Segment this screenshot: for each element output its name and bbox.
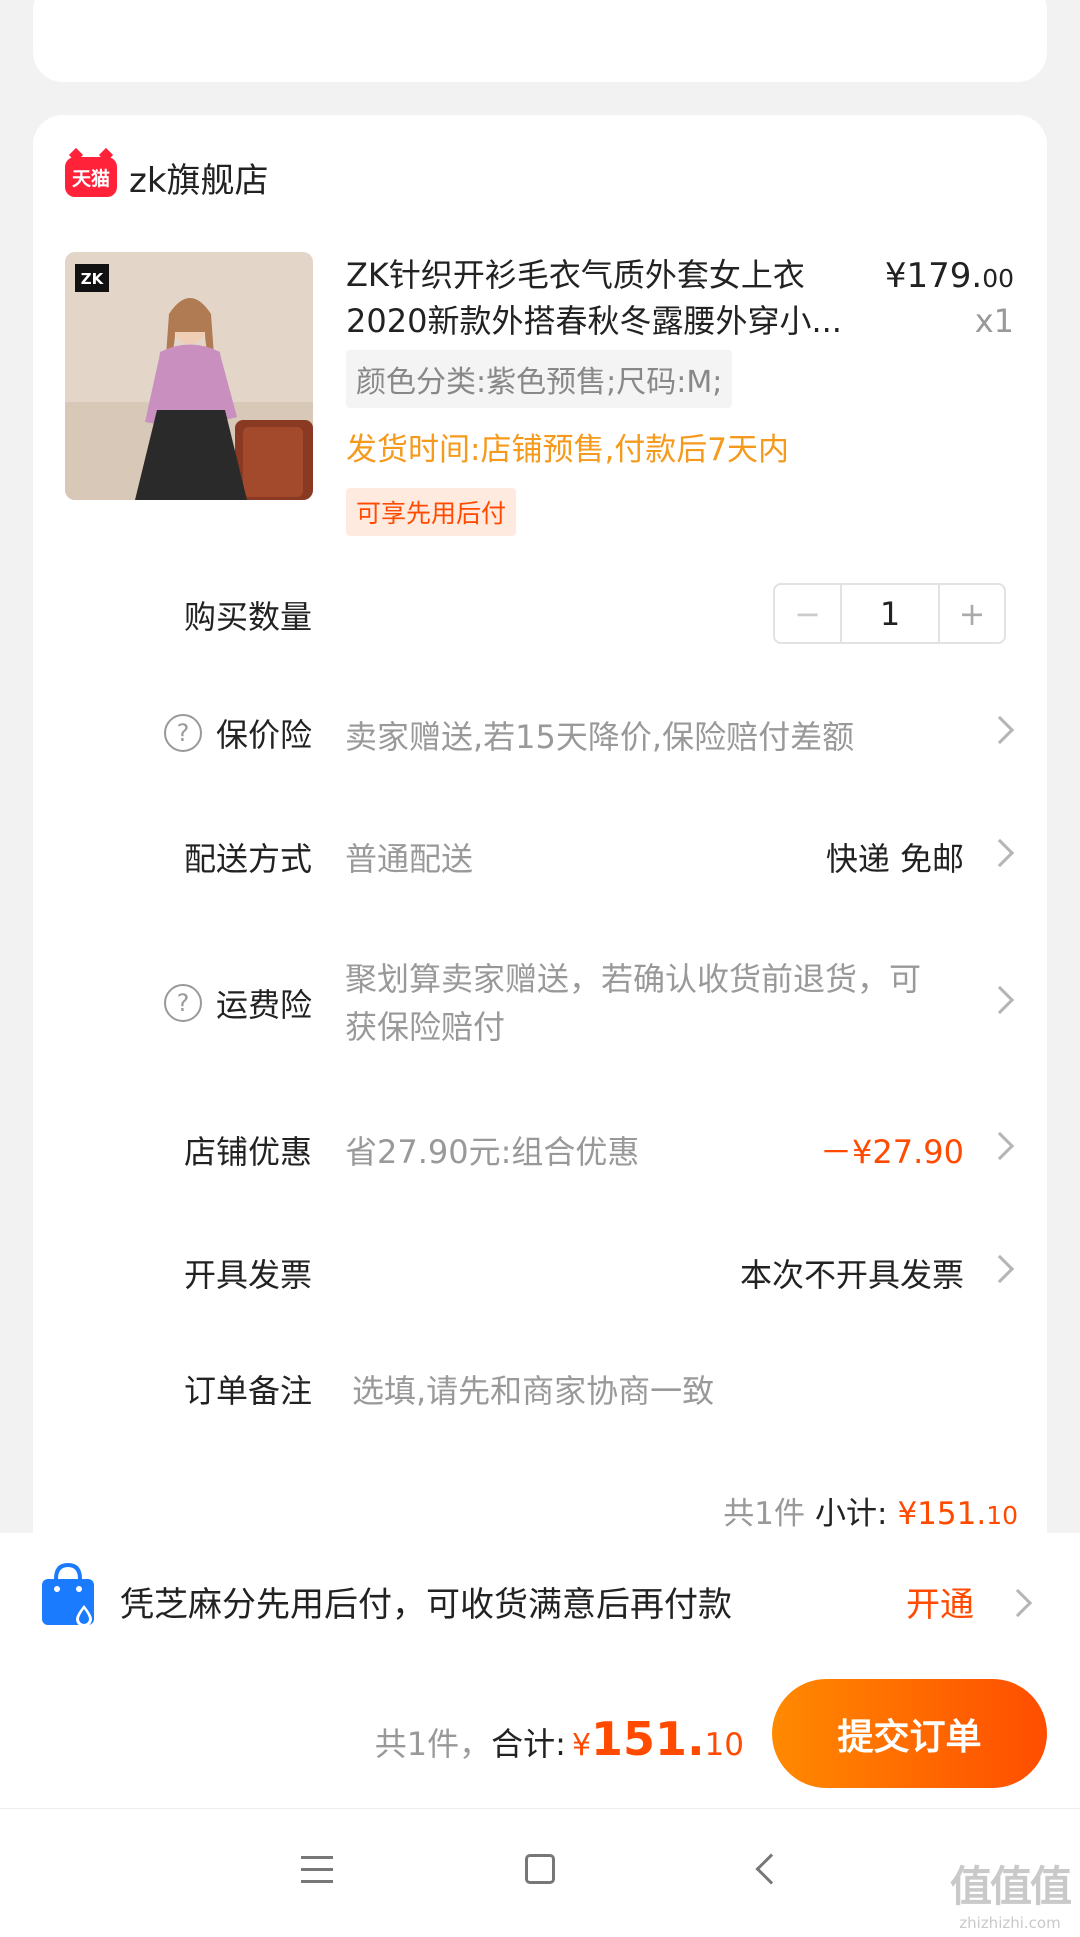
checkout-bar: 共1件， 合计: ¥ 151. 10 提交订单 [0, 1662, 1080, 1808]
shopping-bag-icon [42, 1562, 94, 1627]
product-spec[interactable]: 颜色分类:紫色预售;尺码:M; [346, 350, 733, 408]
price-protect-label[interactable]: ? 保价险 [163, 710, 312, 756]
tmall-logo-icon: 天猫 [65, 147, 117, 197]
subtotal: 共1件 小计: ¥151.10 [723, 1496, 1018, 1532]
delivery-value[interactable]: 快递 免邮 [826, 834, 964, 880]
tmall-badge-text: 天猫 [71, 167, 110, 190]
chevron-right-icon[interactable] [1003, 1588, 1033, 1618]
invoice-value[interactable]: 本次不开具发票 [740, 1250, 964, 1296]
promo-text: 凭芝麻分先用后付，可收货满意后再付款 [120, 1585, 732, 1625]
product-qty: x1 [974, 302, 1014, 340]
help-icon[interactable]: ? [163, 984, 202, 1022]
shop-discount-value[interactable]: －¥27.90 [820, 1127, 964, 1173]
system-nav-bar: 值值值 zhizhizhi.com [0, 1808, 1080, 1937]
quantity-stepper[interactable]: − 1 + [773, 583, 1006, 644]
previous-card [33, 0, 1047, 82]
invoice-label: 开具发票 [183, 1256, 312, 1294]
shop-name[interactable]: zk旗舰店 [129, 153, 269, 202]
order-note-label: 订单备注 [183, 1372, 312, 1410]
activate-button[interactable]: 开通 [906, 1577, 974, 1626]
pay-later-promo[interactable]: 凭芝麻分先用后付，可收货满意后再付款 开通 [0, 1533, 1080, 1662]
help-icon[interactable]: ? [163, 714, 202, 752]
shop-discount-label: 店铺优惠 [183, 1133, 312, 1171]
price-protect-desc: 卖家赠送,若15天降价,保险赔付差额 [345, 718, 855, 756]
product-thumbnail[interactable]: ZK [65, 252, 313, 500]
brand-logo-text: ZK [81, 270, 105, 288]
product-title[interactable]: ZK针织开衫毛衣气质外套女上衣 2020新款外搭春秋冬露腰外穿小... [346, 252, 866, 344]
watermark: 值值值 zhizhizhi.com [949, 1862, 1072, 1932]
product-title-line2: 2020新款外搭春秋冬露腰外穿小... [346, 302, 842, 340]
back-icon[interactable] [755, 1853, 787, 1885]
decrement-button[interactable]: − [775, 585, 842, 642]
delivery-label: 配送方式 [183, 840, 312, 878]
product-price: ¥179.00 [884, 256, 1014, 296]
menu-icon[interactable] [301, 1856, 333, 1884]
quantity-label: 购买数量 [183, 598, 312, 636]
quantity-value[interactable]: 1 [842, 585, 940, 642]
order-note-input[interactable]: 选填,请先和商家协商一致 [352, 1366, 714, 1412]
increment-button[interactable]: + [940, 585, 1004, 642]
home-icon[interactable] [525, 1854, 555, 1884]
delivery-desc: 普通配送 [345, 840, 474, 878]
product-title-line1: ZK针织开衫毛衣气质外套女上衣 [346, 256, 805, 294]
shipping-time: 发货时间:店铺预售,付款后7天内 [346, 432, 790, 468]
shop-header[interactable]: 天猫 zk旗舰店 [65, 147, 269, 202]
pay-later-badge: 可享先用后付 [346, 488, 517, 536]
freight-insurance-desc: 聚划算卖家赠送，若确认收货前退货，可 获保险赔付 [345, 960, 922, 1046]
freight-insurance-label[interactable]: ? 运费险 [163, 980, 312, 1026]
shop-discount-desc: 省27.90元:组合优惠 [345, 1133, 640, 1171]
order-total: 共1件， 合计: ¥ 151. 10 [374, 1712, 744, 1766]
submit-order-button[interactable]: 提交订单 [772, 1679, 1047, 1788]
